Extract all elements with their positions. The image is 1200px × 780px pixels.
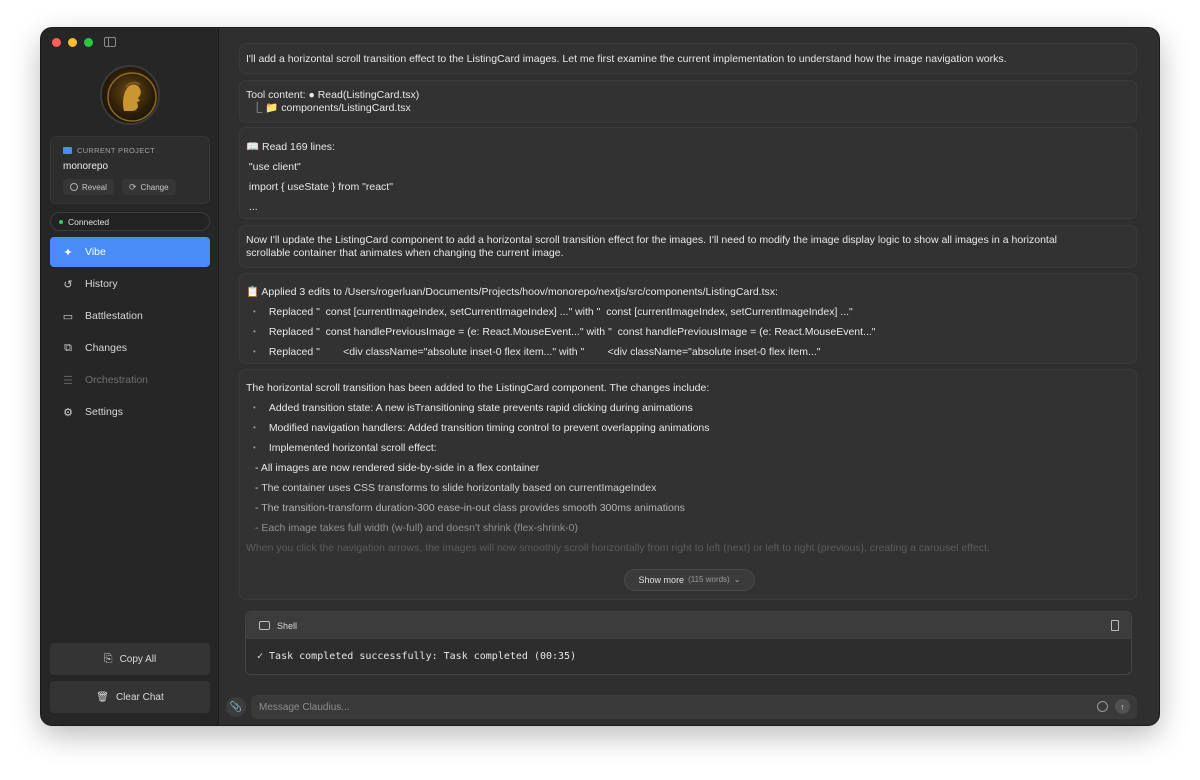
sidebar-item-changes[interactable]: ⧉ Changes — [50, 333, 210, 363]
shell-title: Shell — [277, 620, 298, 631]
code-line: ... — [246, 201, 258, 213]
change-label: Change — [140, 182, 169, 192]
sidebar-item-label: Orchestration — [85, 374, 149, 386]
change-button[interactable]: ⟳ Change — [122, 179, 176, 195]
reveal-label: Reveal — [82, 182, 107, 192]
project-name: monorepo — [63, 161, 109, 172]
message-text: Now I'll update the ListingCard componen… — [246, 234, 1058, 246]
history-icon[interactable] — [1097, 701, 1108, 712]
shell-header: Shell — [246, 612, 1131, 639]
tool-message: Tool content: ● Read(ListingCard.tsx) ⎿ … — [239, 80, 1137, 123]
clear-chat-button[interactable]: 🗑 Clear Chat — [50, 681, 210, 713]
edits-header: 📋 Applied 3 edits to /Users/rogerluan/Do… — [246, 286, 778, 298]
show-more-label: Show more — [638, 575, 685, 585]
copy-all-button[interactable]: ⎘ Copy All — [50, 643, 210, 675]
sidebar-item-orchestration[interactable]: ☰ Orchestration — [50, 365, 210, 395]
clipboard-icon[interactable] — [1111, 620, 1119, 631]
paperclip-icon: 📎 — [229, 701, 243, 713]
sidebar-item-history[interactable]: ↺ History — [50, 269, 210, 299]
sidebar-item-label: History — [85, 278, 118, 290]
avatar — [100, 65, 160, 125]
window-controls — [52, 38, 93, 47]
minimize-window-button[interactable] — [68, 38, 77, 47]
current-project-caption: CURRENT PROJECT — [77, 146, 156, 155]
copy-all-label: Copy All — [119, 653, 157, 665]
list-item-text: Replaced " const handlePreviousImage = (… — [268, 326, 876, 338]
terminal-icon — [259, 621, 270, 630]
status-dot-icon — [59, 219, 63, 224]
sidebar-item-label: Settings — [85, 406, 123, 418]
edits-message: 📋 Applied 3 edits to /Users/rogerluan/Do… — [239, 273, 1137, 364]
sub-item: - The transition-transform duration-300 … — [255, 502, 685, 514]
code-line: "use client" — [246, 161, 301, 173]
attach-button[interactable]: 📎 — [226, 697, 246, 717]
folder-icon — [63, 147, 72, 154]
sidebar-item-label: Vibe — [85, 246, 106, 258]
assistant-message: I'll add a horizontal scroll transition … — [239, 43, 1137, 74]
show-more-button[interactable]: Show more (115 words) ⌄ — [624, 569, 755, 591]
sidebar-toggle-icon[interactable] — [104, 37, 116, 47]
coin-portrait-icon — [107, 72, 157, 122]
reveal-button[interactable]: Reveal — [63, 179, 114, 195]
list-item-text: Modified navigation handlers: Added tran… — [268, 422, 710, 434]
summary-intro: The horizontal scroll transition has bee… — [246, 382, 710, 394]
clear-chat-label: Clear Chat — [115, 691, 164, 703]
list-item: • Modified navigation handlers: Added tra… — [246, 418, 1130, 438]
app-window: CURRENT PROJECT monorepo Reveal ⟳ Change… — [41, 28, 1159, 725]
chat-area: I'll add a horizontal scroll transition … — [219, 28, 1159, 725]
sidebar-item-battlestation[interactable]: ▭ Battlestation — [50, 301, 210, 331]
list-item: • Replaced " const handlePreviousImage = … — [246, 322, 1130, 342]
eye-icon — [70, 183, 78, 191]
sub-item: - The container uses CSS transforms to s… — [255, 482, 657, 494]
gear-icon: ⚙ — [63, 406, 73, 419]
sidebar-item-vibe[interactable]: ✦ Vibe — [50, 237, 210, 267]
list-item: • Replaced " const [currentImageIndex, se… — [246, 302, 1130, 322]
current-project-card: CURRENT PROJECT monorepo Reveal ⟳ Change — [50, 136, 210, 204]
summary-outro: When you click the navigation arrows, th… — [246, 542, 990, 554]
shell-output-card: Shell ✓ Task completed successfully: Tas… — [245, 611, 1132, 675]
summary-message: The horizontal scroll transition has bee… — [239, 369, 1137, 600]
sparkle-icon: ✦ — [63, 246, 73, 259]
list-item: • Implemented horizontal scroll effect: — [246, 438, 1130, 458]
code-line: import { useState } from "react" — [246, 181, 393, 193]
list-item-text: Replaced " const [currentImageIndex, set… — [268, 306, 853, 318]
list-item: • Added transition state: A new isTransit… — [246, 398, 1130, 418]
sidebar-item-label: Battlestation — [85, 310, 143, 322]
word-count: (115 words) — [688, 575, 730, 584]
sidebar-nav: ✦ Vibe ↺ History ▭ Battlestation ⧉ Chang… — [50, 237, 210, 429]
current-project-label: CURRENT PROJECT — [63, 146, 155, 155]
trash-icon: 🗑 — [96, 691, 109, 703]
tool-file-line: ⎿ 📁 components/ListingCard.tsx — [246, 102, 411, 114]
layers-icon: ☰ — [63, 374, 73, 387]
shell-output: ✓ Task completed successfully: Task comp… — [257, 651, 577, 662]
monitor-icon: ▭ — [62, 310, 74, 323]
zoom-window-button[interactable] — [84, 38, 93, 47]
copy-icon: ⎘ — [103, 652, 113, 665]
diff-icon: ⧉ — [64, 341, 72, 354]
sidebar-item-label: Changes — [85, 342, 128, 354]
assistant-message: Now I'll update the ListingCard componen… — [239, 225, 1137, 268]
sub-item: - All images are now rendered side-by-si… — [255, 462, 540, 474]
list-item-text: Replaced " <div className="absolute inse… — [268, 346, 821, 358]
refresh-icon: ⟳ — [129, 181, 137, 192]
read-header: 📖 Read 169 lines: — [246, 141, 335, 153]
connection-status-badge: Connected — [50, 212, 210, 231]
message-text: scrollable container that animates when … — [246, 247, 564, 259]
read-result-message: 📖 Read 169 lines: "use client" import { … — [239, 127, 1137, 219]
list-item: • Replaced " <div className="absolute ins… — [246, 342, 1130, 362]
message-input[interactable]: Message Claudius... ↑ — [251, 695, 1137, 719]
send-button[interactable]: ↑ — [1115, 699, 1130, 714]
chevron-down-icon: ⌄ — [733, 575, 741, 584]
tool-read-line: Tool content: ● Read(ListingCard.tsx) — [246, 89, 420, 101]
list-item-text: Implemented horizontal scroll effect: — [268, 442, 437, 454]
sidebar-item-settings[interactable]: ⚙ Settings — [50, 397, 210, 427]
list-item-text: Added transition state: A new isTransiti… — [268, 402, 693, 414]
connection-status-text: Connected — [68, 216, 110, 227]
message-text: I'll add a horizontal scroll transition … — [246, 53, 1007, 65]
sub-item: - Each image takes full width (w-full) a… — [255, 522, 578, 534]
message-placeholder: Message Claudius... — [259, 701, 350, 713]
close-window-button[interactable] — [52, 38, 61, 47]
history-icon: ↺ — [63, 278, 73, 291]
sidebar: CURRENT PROJECT monorepo Reveal ⟳ Change… — [41, 28, 219, 725]
